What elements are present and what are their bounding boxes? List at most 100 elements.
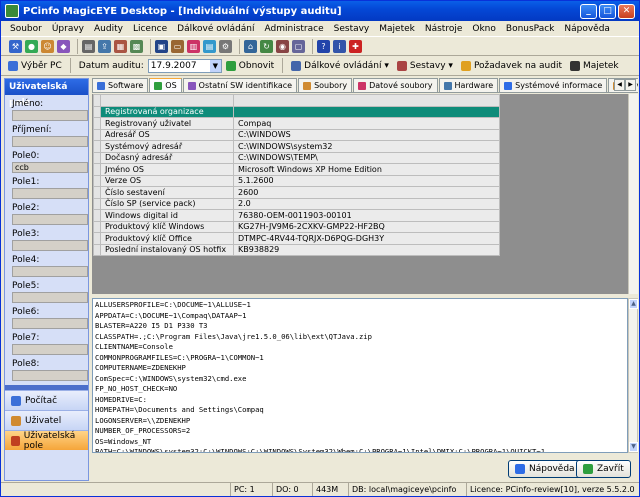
app-icon bbox=[5, 4, 19, 18]
field-value[interactable] bbox=[12, 110, 88, 121]
tab-1[interactable]: OS bbox=[149, 78, 182, 92]
field-value[interactable] bbox=[12, 240, 88, 251]
refresh-button[interactable]: Obnovit bbox=[222, 58, 278, 74]
menu-item-11[interactable]: Nápověda bbox=[559, 24, 615, 34]
tab-icon bbox=[303, 81, 312, 90]
maximize-button[interactable]: □ bbox=[599, 3, 616, 19]
menu-item-5[interactable]: Administrace bbox=[260, 24, 329, 34]
report-icon[interactable]: ▦ bbox=[114, 39, 127, 53]
grid-icon[interactable]: ▩ bbox=[130, 39, 143, 53]
minimize-button[interactable]: _ bbox=[580, 3, 597, 19]
help-button[interactable]: Nápověda bbox=[508, 460, 582, 478]
select-pc-button[interactable]: Výběr PC bbox=[4, 58, 66, 74]
audit-request-button[interactable]: Požadavek na audit bbox=[457, 58, 566, 74]
table-row[interactable]: Adresář OS C:\WINDOWS bbox=[93, 128, 500, 141]
remote-control-button[interactable]: Dálkové ovládání ▾ bbox=[287, 58, 393, 74]
chart-icon[interactable]: ▥ bbox=[187, 39, 200, 53]
users-icon[interactable]: ☺ bbox=[41, 39, 54, 53]
field-value[interactable] bbox=[12, 188, 88, 199]
chevron-down-icon[interactable]: ▼ bbox=[209, 59, 221, 72]
tab-icon bbox=[443, 81, 452, 90]
close-dialog-button[interactable]: Zavřít bbox=[576, 460, 631, 478]
table-row[interactable]: Číslo SP (service pack) 2.0 bbox=[93, 197, 500, 210]
reports-button[interactable]: Sestavy ▾ bbox=[393, 58, 457, 74]
property-value: C:\WINDOWS bbox=[233, 128, 500, 141]
scroll-up-icon[interactable]: ▲ bbox=[629, 299, 638, 309]
table-row[interactable]: Jméno OS Microsoft Windows XP Home Editio… bbox=[93, 163, 500, 176]
table-row[interactable]: Windows digital id 76380-OEM-0011903-0010… bbox=[93, 209, 500, 222]
grid-header-cell bbox=[100, 94, 234, 107]
help-icon[interactable]: ? bbox=[317, 39, 330, 53]
menu-item-7[interactable]: Majetek bbox=[374, 24, 420, 34]
print-icon[interactable]: ▤ bbox=[82, 39, 95, 53]
env-line: OS=Windows_NT bbox=[95, 436, 152, 446]
chevron-left-icon[interactable]: ◀ bbox=[614, 79, 625, 91]
table-row[interactable]: Číslo sestavení 2600 bbox=[93, 186, 500, 199]
help-icon bbox=[515, 464, 525, 474]
table-row[interactable]: Dočasný adresář C:\WINDOWS\TEMP\ bbox=[93, 151, 500, 164]
grid-header-cell bbox=[233, 94, 500, 107]
folder-icon[interactable]: ▭ bbox=[171, 39, 184, 53]
env-line: LOGONSERVER=\\ZDENEKHP bbox=[95, 415, 191, 425]
table-row[interactable]: Produktový klíč Windows KG27H-JV9M6-2CXKV… bbox=[93, 220, 500, 233]
export-icon[interactable]: ⇪ bbox=[98, 39, 111, 53]
close-button[interactable]: ✕ bbox=[618, 3, 635, 19]
chevron-right-icon[interactable]: ▶ bbox=[625, 79, 636, 91]
field-value[interactable] bbox=[12, 344, 88, 355]
menu-item-1[interactable]: Úpravy bbox=[47, 24, 89, 34]
menu-item-0[interactable]: Soubor bbox=[5, 24, 47, 34]
field-value[interactable] bbox=[12, 214, 88, 225]
table-row[interactable]: Verze OS 5.1.2600 bbox=[93, 174, 500, 187]
grid-scrollbar[interactable] bbox=[628, 94, 638, 294]
tab-2[interactable]: Ostatní SW identifikace bbox=[182, 78, 298, 92]
menu-item-2[interactable]: Audity bbox=[89, 24, 128, 34]
assets-button[interactable]: Majetek bbox=[566, 58, 623, 74]
status-bar: PC: 1 DO: 0 443M DB: local\magiceye\pcin… bbox=[1, 482, 639, 496]
tools-icon[interactable]: ⚒ bbox=[9, 39, 22, 53]
field-3: Pole1: bbox=[5, 177, 88, 199]
tab-6[interactable]: Systémové informace bbox=[499, 78, 608, 92]
field-value[interactable] bbox=[12, 370, 88, 381]
field-value[interactable] bbox=[12, 266, 88, 277]
menu-item-8[interactable]: Nástroje bbox=[420, 24, 468, 34]
environment-text[interactable]: ALLUSERSPROFILE=C:\DOCUME~1\ALLUSE~1 APPD… bbox=[92, 298, 628, 453]
computer-icon[interactable]: ▣ bbox=[155, 39, 168, 53]
tab-5[interactable]: Hardware bbox=[438, 78, 499, 92]
menu-item-4[interactable]: Dálkové ovládání bbox=[172, 24, 259, 34]
audit-icon[interactable]: ● bbox=[25, 39, 38, 53]
field-value[interactable] bbox=[12, 292, 88, 303]
table-row[interactable]: Produktový klíč Office DTMPC-4RV44-TQRJX-… bbox=[93, 232, 500, 245]
tab-4[interactable]: Datové soubory bbox=[353, 78, 438, 92]
menu-item-9[interactable]: Okno bbox=[467, 24, 501, 34]
network-icon[interactable]: ⌂ bbox=[244, 39, 257, 53]
refresh-icon[interactable]: ↻ bbox=[260, 39, 273, 53]
table-icon[interactable]: ▤ bbox=[203, 39, 216, 53]
scan-icon[interactable]: ◆ bbox=[57, 39, 70, 53]
nav-user[interactable]: Uživatel bbox=[5, 410, 88, 430]
audit-date-select[interactable]: 17.9.2007 ▼ bbox=[147, 58, 222, 73]
menu-item-10[interactable]: BonusPack bbox=[501, 24, 559, 34]
tab-0[interactable]: Software bbox=[92, 78, 149, 92]
title-bar[interactable]: PCinfo MagicEYE Desktop - [Individuální … bbox=[1, 1, 639, 21]
field-value[interactable] bbox=[12, 136, 88, 147]
monitor-icon[interactable]: ▢ bbox=[292, 39, 305, 53]
tab-3[interactable]: Soubory bbox=[298, 78, 353, 92]
field-value[interactable] bbox=[12, 318, 88, 329]
remote-icon[interactable]: ◉ bbox=[276, 39, 289, 53]
info-icon[interactable]: i bbox=[333, 39, 346, 53]
nav-computer[interactable]: Počítač bbox=[5, 390, 88, 410]
nav-user-fields[interactable]: Uživatelská pole bbox=[5, 430, 88, 451]
field-value[interactable]: ccb bbox=[12, 162, 88, 173]
table-row[interactable]: Systémový adresář C:\WINDOWS\system32 bbox=[93, 140, 500, 153]
env-scrollbar[interactable]: ▲ ▼ bbox=[628, 298, 638, 453]
scroll-down-icon[interactable]: ▼ bbox=[629, 442, 638, 452]
menu-item-3[interactable]: Licence bbox=[128, 24, 172, 34]
field-list: Jméno: Příjmení: Pole0: ccb Pole1: Pole2: Pole… bbox=[5, 99, 88, 407]
flag-icon[interactable]: ✚ bbox=[349, 39, 362, 53]
user-icon bbox=[11, 415, 21, 426]
menu-item-6[interactable]: Sestavy bbox=[329, 24, 375, 34]
settings-icon[interactable]: ⚙ bbox=[219, 39, 232, 53]
table-row[interactable]: Registrovaná organizace bbox=[93, 105, 500, 118]
table-row[interactable]: Poslední instalovaný OS hotfix KB938829 bbox=[93, 243, 500, 256]
table-row[interactable]: Registrovaný uživatel Compaq bbox=[93, 117, 500, 130]
